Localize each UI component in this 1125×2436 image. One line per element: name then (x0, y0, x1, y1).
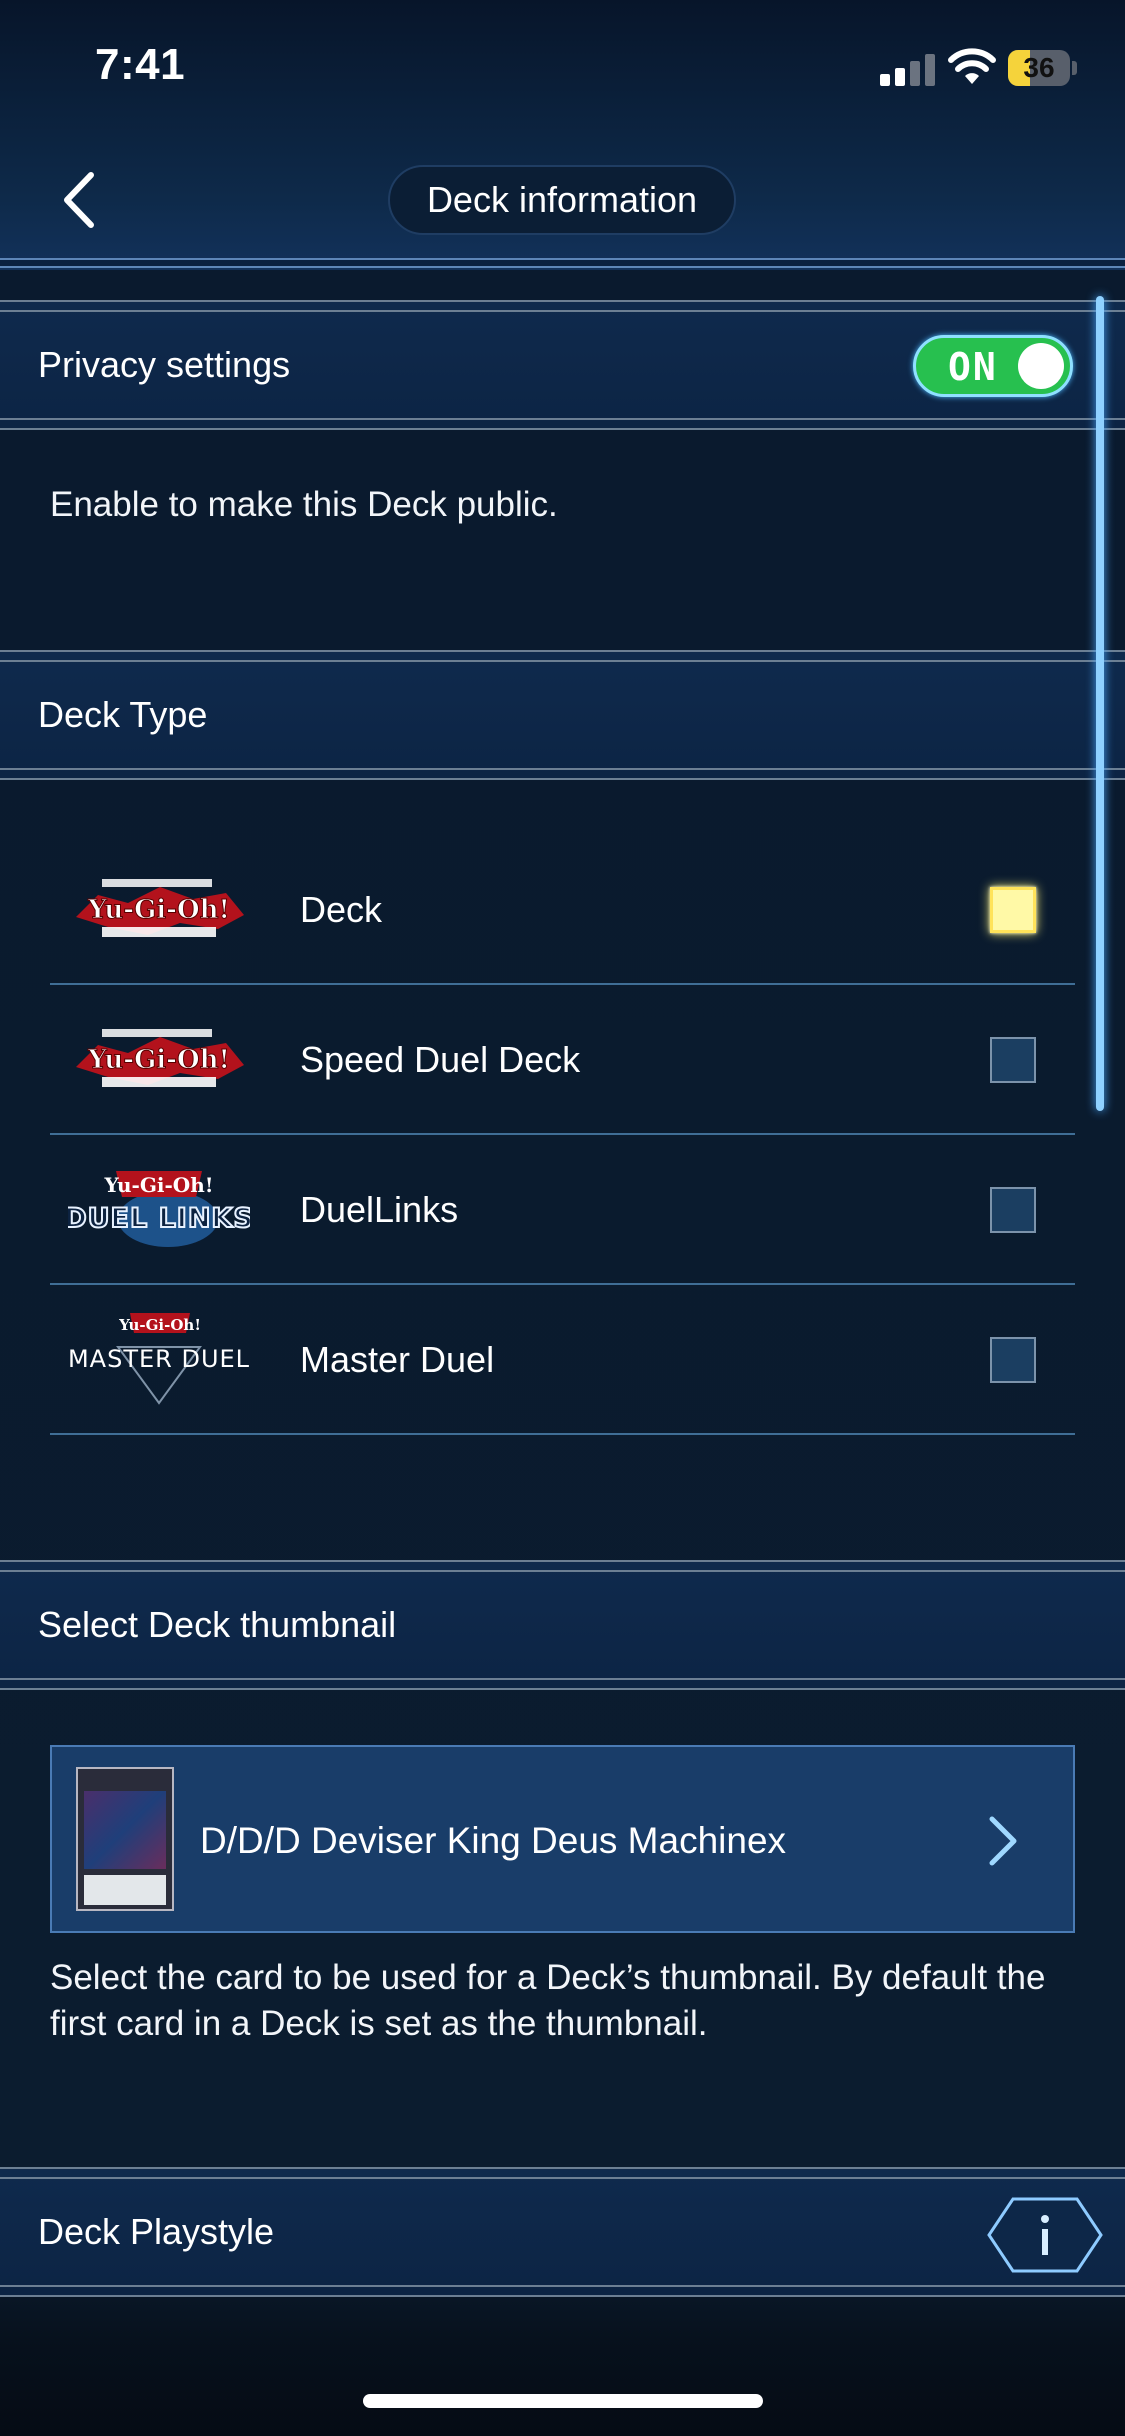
deck-type-checkbox[interactable] (990, 1337, 1036, 1383)
info-icon[interactable] (985, 2195, 1105, 2275)
privacy-toggle[interactable]: ON (913, 335, 1073, 397)
svg-text:MASTER DUEL: MASTER DUEL (68, 1345, 250, 1373)
chevron-right-icon (989, 1816, 1017, 1866)
deck-type-bar: Deck Type (0, 650, 1125, 780)
select-thumbnail-button[interactable]: D/D/D Deviser King Deus Machinex (50, 1745, 1075, 1933)
page-title: Deck information (388, 165, 736, 235)
status-time: 7:41 (95, 40, 186, 89)
deck-thumbnail-title: Select Deck thumbnail (38, 1604, 397, 1645)
svg-text:Yu-Gi-Oh!: Yu-Gi-Oh! (118, 1316, 201, 1334)
svg-text:Yu-Gi-Oh!: Yu-Gi-Oh! (87, 895, 230, 925)
privacy-settings-title: Privacy settings (38, 344, 291, 385)
wifi-icon (948, 48, 996, 84)
deck-thumbnail-bar: Select Deck thumbnail (0, 1560, 1125, 1690)
battery-level: 36 (1023, 52, 1055, 83)
deck-type-option-duellinks[interactable]: Yu-Gi-Oh! DUEL LINKS DuelLinks (50, 1135, 1075, 1285)
duel-links-logo-icon: Yu-Gi-Oh! DUEL LINKS (68, 1171, 250, 1247)
battery-icon: 36 (1008, 50, 1077, 86)
card-thumbnail (76, 1767, 174, 1911)
deck-type-option-deck[interactable]: Yu-Gi-Oh! Deck (50, 835, 1075, 985)
thumbnail-card-name: D/D/D Deviser King Deus Machinex (200, 1820, 787, 1861)
deck-type-checkbox[interactable] (990, 887, 1036, 933)
toggle-knob (1018, 343, 1064, 389)
deck-type-title: Deck Type (38, 694, 208, 735)
scrollbar[interactable] (1096, 296, 1104, 1111)
deck-playstyle-bar: Deck Playstyle (0, 2167, 1125, 2297)
deck-type-label: DuelLinks (300, 1189, 459, 1230)
deck-playstyle-title: Deck Playstyle (38, 2211, 275, 2252)
master-duel-logo-icon: Yu-Gi-Oh! MASTER DUEL (68, 1313, 250, 1405)
back-button[interactable] (55, 165, 105, 235)
deck-type-option-master-duel[interactable]: Yu-Gi-Oh! MASTER DUEL Master Duel (50, 1285, 1075, 1435)
svg-text:Yu-Gi-Oh!: Yu-Gi-Oh! (103, 1173, 213, 1197)
svg-text:DUEL LINKS: DUEL LINKS (68, 1203, 250, 1234)
yugioh-tcg-logo-icon: Yu-Gi-Oh! (76, 879, 244, 937)
home-indicator[interactable] (363, 2394, 763, 2408)
deck-type-checkbox[interactable] (990, 1037, 1036, 1083)
cellular-signal-icon (880, 52, 936, 86)
toggle-label: ON (948, 345, 998, 389)
privacy-description: Enable to make this Deck public. (50, 485, 558, 524)
deck-type-label: Speed Duel Deck (300, 1039, 581, 1080)
thumbnail-description: Select the card to be used for a Deck’s … (50, 1958, 1046, 2043)
deck-type-checkbox[interactable] (990, 1187, 1036, 1233)
deck-type-label: Master Duel (300, 1339, 495, 1380)
deck-information-screen: 7:41 36 Deck information Privacy setting… (0, 0, 1125, 2436)
deck-type-label: Deck (300, 889, 383, 930)
deck-type-option-speed-duel[interactable]: Yu-Gi-Oh! Speed Duel Deck (50, 985, 1075, 1135)
svg-text:Yu-Gi-Oh!: Yu-Gi-Oh! (87, 1045, 230, 1075)
yugioh-tcg-logo-icon: Yu-Gi-Oh! (76, 1029, 244, 1087)
header-divider (0, 258, 1125, 268)
